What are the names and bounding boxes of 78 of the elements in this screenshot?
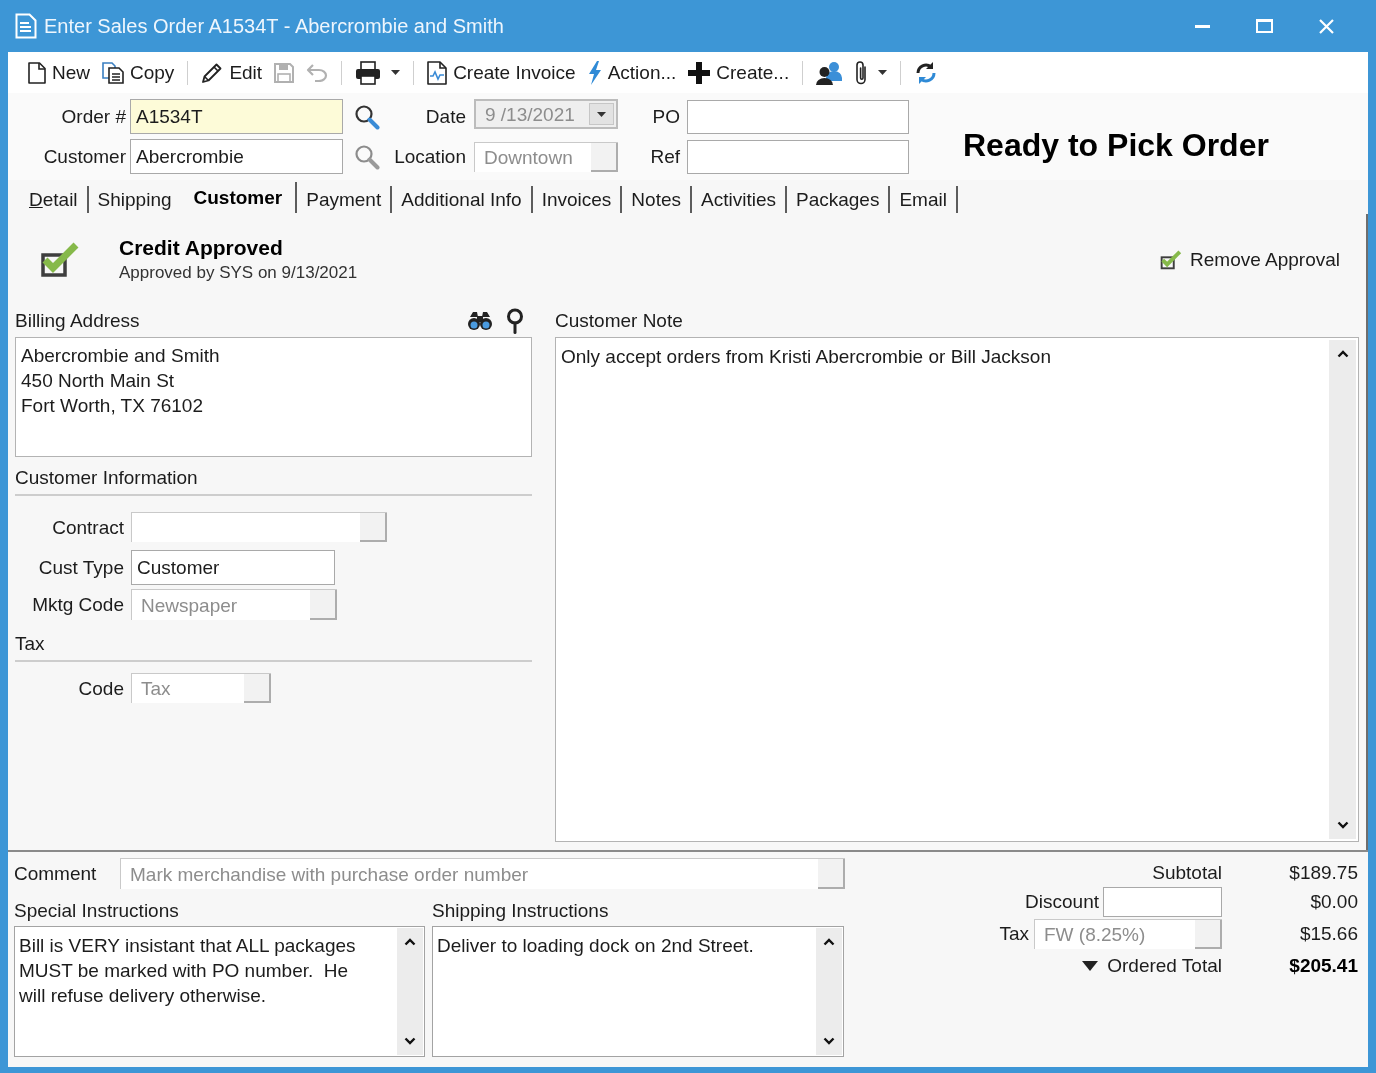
- order-number-field[interactable]: A1534T: [130, 99, 343, 134]
- caret-down-icon: [597, 111, 606, 117]
- chevron-down-icon[interactable]: [823, 1037, 835, 1045]
- field-label: Location: [394, 147, 466, 166]
- chevron-up-icon[interactable]: [404, 938, 416, 946]
- cust-type-field[interactable]: Customer: [131, 550, 335, 585]
- discount-field[interactable]: [1103, 886, 1222, 917]
- create-invoice-button[interactable]: Create Invoice: [423, 56, 580, 89]
- undo-arrow-icon: [306, 63, 329, 82]
- special-instructions-field[interactable]: Bill is VERY insistant that ALL packages MUST be marked with PO number. He will refuse delivery otherwise.: [14, 926, 425, 1057]
- people-icon: [816, 60, 843, 85]
- section-label: Billing Address: [15, 311, 140, 330]
- ref-field[interactable]: [687, 139, 909, 174]
- field-label: PO: [652, 107, 680, 126]
- scrollbar[interactable]: [397, 928, 423, 1055]
- page-icon: [28, 61, 46, 84]
- field-label: Customer: [43, 147, 126, 166]
- po-field[interactable]: [687, 99, 909, 134]
- close-icon: [1318, 18, 1334, 34]
- field-label: Order #: [61, 107, 126, 126]
- check-box-icon: [40, 240, 80, 278]
- field-label: Ref: [650, 147, 680, 166]
- pencil-icon: [201, 61, 224, 84]
- chevron-down-icon[interactable]: [1336, 821, 1349, 829]
- caret-down-icon[interactable]: [1082, 960, 1099, 971]
- chevron-down-icon[interactable]: [404, 1037, 416, 1045]
- field-label: Cust Type: [38, 558, 124, 577]
- section-heading: Tax: [15, 634, 45, 653]
- section-label: Customer Note: [555, 311, 683, 330]
- binoculars-icon[interactable]: [467, 310, 493, 331]
- tab[interactable]: Shipping: [88, 186, 181, 213]
- maximize-icon: [1255, 19, 1273, 33]
- scrollbar[interactable]: [1329, 340, 1356, 839]
- window-title: Enter Sales Order A1534T - Abercrombie and Smith: [44, 16, 504, 36]
- minimize-icon: [1194, 24, 1210, 28]
- map-pin-icon[interactable]: [506, 307, 524, 334]
- paperclip-icon: [854, 59, 869, 86]
- field-label: Date: [425, 107, 466, 126]
- account-name-field[interactable]: Abercrombie: [130, 139, 343, 174]
- order-status: Ready to Pick Order: [963, 127, 1269, 163]
- action-button[interactable]: Action...: [583, 56, 681, 89]
- edit-button[interactable]: Edit: [197, 56, 267, 89]
- billing-address-field[interactable]: Abercrombie and Smith 450 North Main St Fort Worth, TX 76102: [15, 337, 532, 457]
- document-icon: [15, 13, 37, 39]
- search-icon[interactable]: [353, 103, 380, 130]
- plus-icon: [688, 61, 711, 84]
- section-label: Special Instructions: [14, 900, 179, 920]
- copy-button[interactable]: Copy: [98, 56, 179, 89]
- section-label: Shipping Instructions: [432, 900, 609, 920]
- chevron-up-icon[interactable]: [1336, 350, 1349, 358]
- summary-label: Ordered Total: [1107, 956, 1222, 975]
- chevron-up-icon[interactable]: [823, 938, 835, 946]
- shipping-instructions-field[interactable]: Deliver to loading dock on 2nd Street.: [432, 926, 844, 1057]
- create-button[interactable]: Create...: [684, 56, 794, 89]
- section-heading: Customer Information: [15, 468, 198, 487]
- new-button[interactable]: New: [24, 56, 94, 89]
- printer-icon: [355, 60, 382, 85]
- scrollbar[interactable]: [816, 928, 842, 1055]
- field-label: Code: [78, 678, 124, 698]
- credit-approval-detail: Approved by SYS on 9/13/2021: [119, 264, 358, 281]
- field-label: Contract: [52, 517, 124, 537]
- summary-amount: $189.75: [1289, 862, 1358, 882]
- summary-label: Tax: [999, 924, 1029, 943]
- check-box-icon: [1160, 248, 1183, 270]
- field-label: Comment: [14, 863, 97, 884]
- summary-label: Discount: [1025, 892, 1099, 911]
- customer-note-field[interactable]: Only accept orders from Kristi Abercrombie or Bill Jackson: [555, 337, 1359, 842]
- summary-label: Subtotal: [1152, 862, 1222, 882]
- field-label: Mktg Code: [32, 595, 124, 614]
- summary-amount: $205.41: [1289, 956, 1358, 975]
- lightning-icon: [587, 60, 602, 85]
- copy-icon: [102, 61, 124, 84]
- contract-field[interactable]: [131, 512, 387, 542]
- credit-status-title: Credit Approved: [119, 237, 284, 258]
- summary-amount: $15.66: [1299, 924, 1358, 943]
- document-chart-icon: [427, 60, 448, 85]
- remove-approval-button[interactable]: Remove Approval: [1160, 248, 1340, 270]
- summary-amount: $0.00: [1310, 892, 1358, 911]
